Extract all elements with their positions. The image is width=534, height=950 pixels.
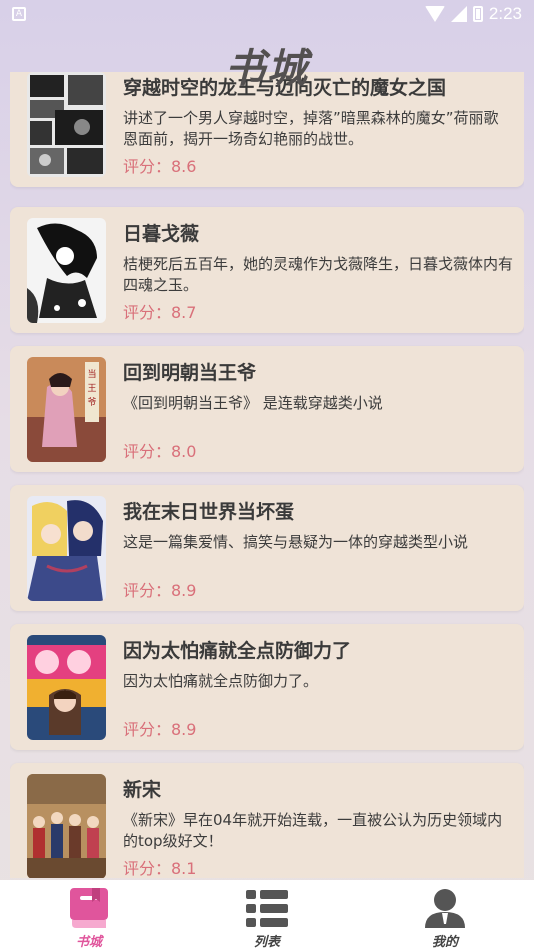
book-description: 这是一篇集爱情、搞笑与悬疑为一体的穿越类型小说 <box>123 533 469 551</box>
book-card[interactable]: 当 王 爷 回到明朝当王爷 《回到明朝当王爷》 是连载穿越类小说 评分：8.0 <box>10 346 524 472</box>
nav-label-list: 列表 <box>253 935 280 950</box>
status-right: 2:23 <box>424 4 522 24</box>
book-card[interactable]: 因为太怕痛就全点防御力了 因为太怕痛就全点防御力了。 评分：8.9 <box>10 624 524 750</box>
book-card[interactable]: 新宋 《新宋》早在04年就开始连载，一直被公认为历史领域内的top级好文！ 评分… <box>10 763 524 878</box>
book-score: 评分：8.9 <box>123 720 197 739</box>
user-icon <box>422 886 468 930</box>
list-icon <box>244 886 290 930</box>
book-cover-image <box>27 774 106 878</box>
book-icon <box>66 886 112 930</box>
nav-item-profile[interactable]: 我的 <box>356 880 534 950</box>
nav-label-profile: 我的 <box>431 935 458 950</box>
book-description: 桔梗死后五百年，她的灵魂作为戈薇降生，日暮戈薇体内有四魂之玉。 <box>123 255 514 294</box>
book-cover-image: 当 王 爷 <box>27 357 106 462</box>
signal-icon <box>450 6 467 22</box>
wifi-icon <box>424 6 445 22</box>
book-score: 评分：8.0 <box>123 442 197 461</box>
status-left: A <box>12 7 26 21</box>
app-notification-icon: A <box>12 7 26 21</box>
book-score: 评分：8.7 <box>123 303 197 322</box>
book-description: 《新宋》早在04年就开始连载，一直被公认为历史领域内的top级好文！ <box>123 811 503 850</box>
book-list[interactable]: 穿越时空的龙王与迈向灭亡的魔女之国 讲述了一个男人穿越时空，掉落”暗黑森林的魔女… <box>10 72 524 878</box>
page-title: 书城 <box>225 45 309 92</box>
book-card[interactable]: 日暮戈薇 桔梗死后五百年，她的灵魂作为戈薇降生，日暮戈薇体内有四魂之玉。 评分：… <box>10 207 524 333</box>
book-cover-image <box>27 218 106 323</box>
book-title: 因为太怕痛就全点防御力了 <box>123 640 352 662</box>
book-score: 评分：8.9 <box>123 581 197 600</box>
book-description: 《回到明朝当王爷》 是连载穿越类小说 <box>123 394 383 412</box>
status-time: 2:23 <box>488 4 522 23</box>
book-cover-image <box>27 635 106 740</box>
book-title: 日暮戈薇 <box>123 223 200 245</box>
book-title: 新宋 <box>123 779 162 801</box>
status-bar: A 2:23 <box>0 0 534 28</box>
book-title: 我在末日世界当坏蛋 <box>123 501 295 523</box>
book-score: 评分：8.1 <box>123 859 197 878</box>
nav-item-list[interactable]: 列表 <box>178 880 356 950</box>
svg-text:爷: 爷 <box>87 396 96 408</box>
nav-label-bookstore: 书城 <box>75 935 102 950</box>
book-title: 回到明朝当王爷 <box>123 362 257 384</box>
battery-icon <box>472 6 483 22</box>
book-card[interactable]: 我在末日世界当坏蛋 这是一篇集爱情、搞笑与悬疑为一体的穿越类型小说 评分：8.9 <box>10 485 524 611</box>
book-description: 因为太怕痛就全点防御力了。 <box>123 672 319 690</box>
book-score: 评分：8.6 <box>123 157 197 176</box>
nav-item-bookstore[interactable]: 书城 <box>0 880 178 950</box>
svg-text:当: 当 <box>87 368 96 380</box>
book-cover-image <box>27 496 106 601</box>
svg-text:王: 王 <box>87 383 96 394</box>
book-description: 讲述了一个男人穿越时空，掉落”暗黑森林的魔女”荷丽歌恩面前，揭开一场奇幻艳丽的战… <box>123 109 499 148</box>
bottom-navigation: 书城 列表 我的 <box>0 880 534 950</box>
